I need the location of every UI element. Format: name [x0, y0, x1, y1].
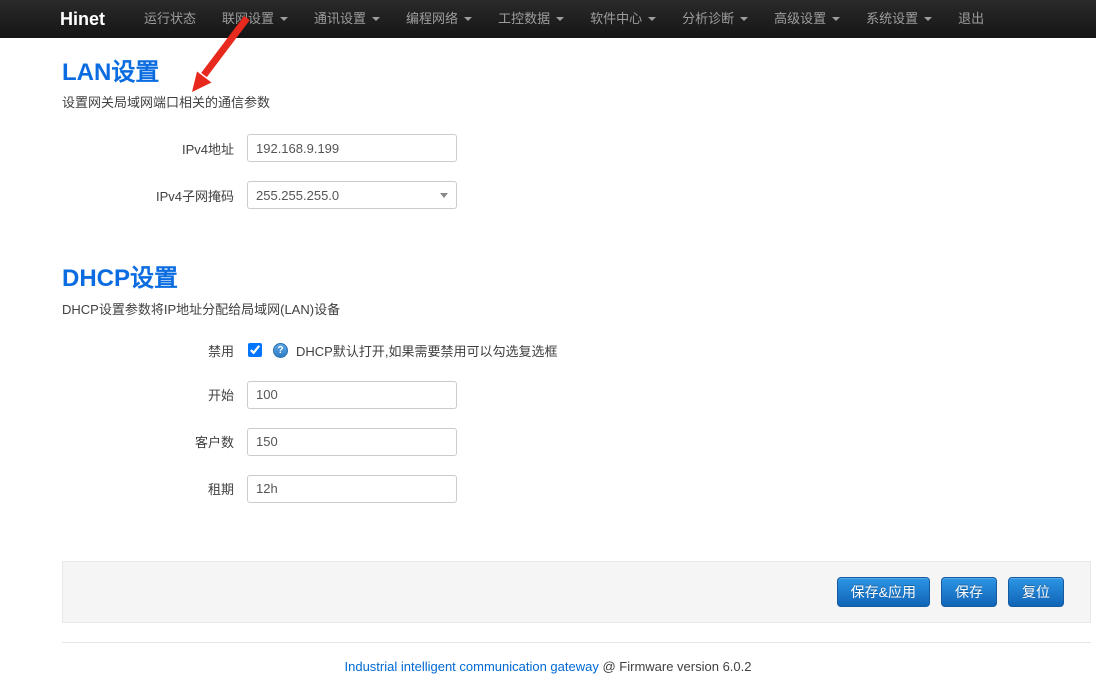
- question-circle-icon: ?: [273, 343, 288, 358]
- chevron-down-icon: [740, 17, 748, 21]
- dhcp-disable-row: 禁用 ? DHCP默认打开,如果需要禁用可以勾选复选框: [62, 341, 1091, 360]
- footer: Industrial intelligent communication gat…: [0, 643, 1096, 674]
- brand-logo[interactable]: Hinet: [60, 0, 105, 38]
- top-navbar: Hinet 运行状态 联网设置 通讯设置 编程网络 工控数据 软件中心 分析诊断: [0, 0, 1096, 38]
- ipv4-address-row: IPv4地址: [62, 134, 1091, 162]
- lan-section-title: LAN设置: [62, 60, 1091, 86]
- ipv4-netmask-row: IPv4子网掩码 255.255.255.0: [62, 181, 1091, 209]
- ipv4-netmask-select[interactable]: 255.255.255.0: [247, 181, 457, 209]
- ipv4-address-label: IPv4地址: [62, 139, 247, 158]
- dhcp-limit-input[interactable]: [247, 428, 457, 456]
- nav-item-logout[interactable]: 退出: [945, 0, 997, 38]
- nav-menu: 运行状态 联网设置 通讯设置 编程网络 工控数据 软件中心 分析诊断 高级设置: [131, 0, 997, 38]
- dhcp-limit-label: 客户数: [62, 432, 247, 451]
- nav-item-label: 高级设置: [774, 0, 826, 38]
- dhcp-leasetime-row: 租期: [62, 475, 1091, 503]
- dhcp-leasetime-input[interactable]: [247, 475, 457, 503]
- nav-item-label: 退出: [958, 0, 984, 38]
- chevron-down-icon: [832, 17, 840, 21]
- main-content: LAN设置 设置网关局域网端口相关的通信参数 IPv4地址 IPv4子网掩码 2…: [62, 60, 1091, 503]
- ipv4-netmask-label: IPv4子网掩码: [62, 186, 247, 205]
- chevron-down-icon: [464, 17, 472, 21]
- chevron-down-icon: [280, 17, 288, 21]
- nav-item-label: 分析诊断: [682, 0, 734, 38]
- footer-version-text: @ Firmware version 6.0.2: [599, 659, 752, 674]
- nav-item-comm-settings[interactable]: 通讯设置: [301, 0, 393, 38]
- ipv4-netmask-select-wrap: 255.255.255.0: [247, 181, 457, 209]
- chevron-down-icon: [924, 17, 932, 21]
- ipv4-address-input[interactable]: [247, 134, 457, 162]
- nav-item-programming-network[interactable]: 编程网络: [393, 0, 485, 38]
- nav-item-label: 联网设置: [222, 0, 274, 38]
- dhcp-start-label: 开始: [62, 385, 247, 404]
- chevron-down-icon: [648, 17, 656, 21]
- reset-button[interactable]: 复位: [1008, 577, 1064, 607]
- dhcp-section-title: DHCP设置: [62, 266, 1091, 292]
- save-apply-button[interactable]: 保存&应用: [837, 577, 930, 607]
- dhcp-disable-help-text: DHCP默认打开,如果需要禁用可以勾选复选框: [296, 341, 557, 360]
- nav-item-system-settings[interactable]: 系统设置: [853, 0, 945, 38]
- dhcp-start-input[interactable]: [247, 381, 457, 409]
- save-button[interactable]: 保存: [941, 577, 997, 607]
- dhcp-section-subtitle: DHCP设置参数将IP地址分配给局域网(LAN)设备: [62, 299, 1091, 318]
- footer-link[interactable]: Industrial intelligent communication gat…: [345, 659, 599, 674]
- chevron-down-icon: [556, 17, 564, 21]
- nav-item-network-settings[interactable]: 联网设置: [209, 0, 301, 38]
- dhcp-disable-checkbox[interactable]: [248, 343, 262, 357]
- nav-item-run-status[interactable]: 运行状态: [131, 0, 209, 38]
- nav-item-analysis-diagnosis[interactable]: 分析诊断: [669, 0, 761, 38]
- dhcp-limit-row: 客户数: [62, 428, 1091, 456]
- dhcp-start-row: 开始: [62, 381, 1091, 409]
- nav-item-label: 软件中心: [590, 0, 642, 38]
- nav-item-label: 通讯设置: [314, 0, 366, 38]
- nav-item-advanced-settings[interactable]: 高级设置: [761, 0, 853, 38]
- nav-item-label: 工控数据: [498, 0, 550, 38]
- nav-item-label: 系统设置: [866, 0, 918, 38]
- nav-item-label: 运行状态: [144, 0, 196, 38]
- lan-section-subtitle: 设置网关局域网端口相关的通信参数: [62, 92, 1091, 111]
- dhcp-leasetime-label: 租期: [62, 479, 247, 498]
- nav-item-label: 编程网络: [406, 0, 458, 38]
- nav-item-industrial-data[interactable]: 工控数据: [485, 0, 577, 38]
- nav-item-software-center[interactable]: 软件中心: [577, 0, 669, 38]
- dhcp-disable-label: 禁用: [62, 341, 247, 360]
- chevron-down-icon: [372, 17, 380, 21]
- action-bar: 保存&应用 保存 复位: [62, 561, 1091, 623]
